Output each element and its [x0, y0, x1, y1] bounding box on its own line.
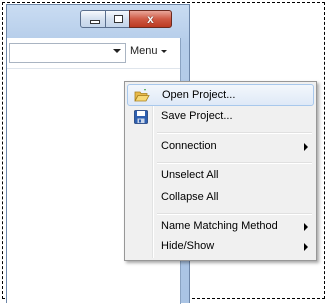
toolbar-divider: [7, 68, 180, 69]
dropdown-combo[interactable]: [9, 43, 126, 63]
minimize-icon: [90, 20, 100, 24]
menu-separator: [157, 162, 312, 164]
toolbar: Menu: [7, 38, 180, 68]
menu-item-label: Collapse All: [161, 191, 219, 203]
menu-item-hide-show[interactable]: Hide/Show: [127, 236, 314, 258]
menu-item-label: Open Project...: [162, 89, 236, 101]
menu-item-connection[interactable]: Connection: [127, 136, 314, 158]
menu-separator: [157, 213, 312, 215]
caret-down-icon: [160, 49, 167, 53]
menu-item-collapse-all[interactable]: Collapse All: [127, 187, 314, 209]
menu-button[interactable]: Menu: [130, 45, 167, 57]
floppy-disk-icon: [134, 110, 148, 124]
menu-separator: [157, 132, 312, 134]
minimize-button[interactable]: [80, 10, 106, 28]
context-menu: Open Project... Save Project... Connecti…: [124, 81, 317, 261]
menu-item-save-project[interactable]: Save Project...: [127, 106, 314, 128]
menu-item-label: Hide/Show: [161, 240, 215, 252]
close-button[interactable]: x: [129, 10, 172, 28]
chevron-down-icon: [113, 49, 121, 53]
menu-button-label: Menu: [130, 45, 158, 57]
menu-item-unselect-all[interactable]: Unselect All: [127, 165, 314, 187]
submenu-arrow-icon: [304, 143, 308, 151]
menu-item-name-matching-method[interactable]: Name Matching Method: [127, 216, 314, 238]
menu-item-label: Save Project...: [161, 110, 233, 122]
menu-item-label: Name Matching Method: [161, 220, 278, 232]
submenu-arrow-icon: [304, 243, 308, 251]
menu-item-open-project[interactable]: Open Project...: [127, 84, 314, 106]
maximize-icon: [114, 15, 123, 23]
submenu-arrow-icon: [304, 223, 308, 231]
menu-item-label: Connection: [161, 140, 217, 152]
maximize-button[interactable]: [105, 10, 130, 28]
close-icon: x: [147, 12, 154, 26]
folder-open-icon: [134, 89, 150, 102]
menu-item-label: Unselect All: [161, 169, 219, 181]
